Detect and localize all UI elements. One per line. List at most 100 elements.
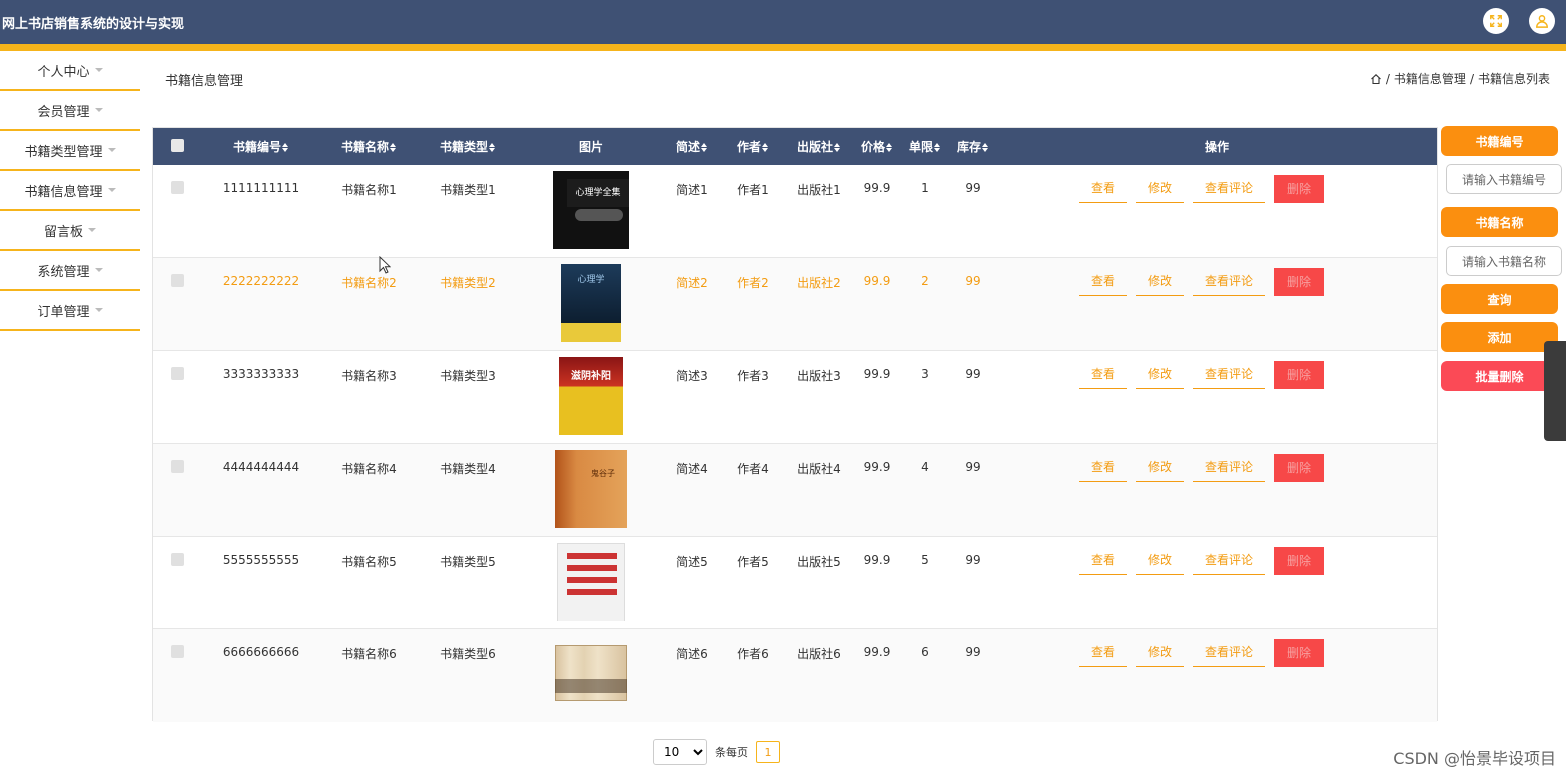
cell-id: 5555555555 bbox=[222, 552, 300, 567]
table-row[interactable]: 2222222222 书籍名称2 书籍类型2 心理学 简述2 作者2 出版社2 99.9 2 99… bbox=[153, 257, 1437, 351]
col-header-type[interactable]: 书籍类型 bbox=[417, 128, 519, 165]
batch-delete-button[interactable]: 批量删除 bbox=[1441, 361, 1558, 391]
row-checkbox[interactable] bbox=[170, 274, 184, 288]
add-button[interactable]: 添加 bbox=[1441, 322, 1558, 352]
sidebar-item-members[interactable]: 会员管理 bbox=[0, 91, 140, 131]
book-name-label: 书籍名称 bbox=[1441, 207, 1558, 237]
cell-name: 书籍名称6 bbox=[341, 647, 397, 662]
cell-price: 99.9 bbox=[863, 274, 891, 289]
cell-author: 作者2 bbox=[737, 276, 769, 291]
delete-button[interactable]: 删除 bbox=[1274, 453, 1325, 482]
view-comments-button[interactable]: 查看评论 bbox=[1193, 175, 1266, 203]
view-comments-button[interactable]: 查看评论 bbox=[1193, 454, 1266, 482]
view-button[interactable]: 查看 bbox=[1079, 454, 1128, 482]
mouse-cursor-icon bbox=[379, 256, 391, 274]
view-button[interactable]: 查看 bbox=[1079, 268, 1128, 297]
view-button[interactable]: 查看 bbox=[1079, 175, 1128, 203]
col-header-actions: 操作 bbox=[1204, 140, 1229, 154]
chevron-down-icon bbox=[107, 188, 116, 192]
side-drawer-handle[interactable] bbox=[1544, 341, 1566, 441]
sort-icon bbox=[762, 143, 769, 152]
cell-stock: 99 bbox=[965, 274, 981, 289]
breadcrumb-item: 书籍信息列表 bbox=[1477, 72, 1550, 86]
sidebar-item-book-info[interactable]: 书籍信息管理 bbox=[0, 171, 140, 211]
sort-icon bbox=[834, 143, 841, 152]
breadcrumb: / 书籍信息管理 / 书籍信息列表 bbox=[1370, 70, 1550, 87]
edit-button[interactable]: 修改 bbox=[1136, 547, 1185, 575]
table-row[interactable]: 4444444444 书籍名称4 书籍类型4 鬼谷子 简述4 作者4 出版社4 99.9 4 99… bbox=[153, 443, 1437, 537]
col-header-author[interactable]: 作者 bbox=[721, 128, 785, 165]
row-checkbox[interactable] bbox=[170, 552, 184, 566]
edit-button[interactable]: 修改 bbox=[1136, 361, 1185, 390]
col-header-price[interactable]: 价格 bbox=[853, 128, 901, 165]
sidebar-item-book-types[interactable]: 书籍类型管理 bbox=[0, 131, 140, 171]
query-button[interactable]: 查询 bbox=[1441, 284, 1558, 314]
sidebar-item-profile[interactable]: 个人中心 bbox=[0, 51, 140, 91]
book-id-input[interactable]: 请输入书籍编号 bbox=[1446, 164, 1562, 194]
col-header-image: 图片 bbox=[578, 140, 603, 154]
cell-limit: 1 bbox=[921, 181, 929, 195]
cell-desc: 简述3 bbox=[676, 369, 708, 384]
cell-stock: 99 bbox=[965, 367, 981, 382]
delete-button[interactable]: 删除 bbox=[1274, 546, 1325, 575]
col-header-desc[interactable]: 简述 bbox=[663, 128, 721, 165]
sidebar: 个人中心 会员管理 书籍类型管理 书籍信息管理 留言板 系统管理 订单管理 bbox=[0, 51, 140, 331]
breadcrumb-item[interactable]: 书籍信息管理 bbox=[1394, 70, 1466, 87]
col-header-id[interactable]: 书籍编号 bbox=[201, 128, 321, 165]
col-header-limit[interactable]: 单限 bbox=[901, 128, 949, 165]
delete-button[interactable]: 删除 bbox=[1274, 639, 1325, 668]
sidebar-item-orders[interactable]: 订单管理 bbox=[0, 291, 140, 331]
book-cover-image: 心理学全集 bbox=[553, 171, 629, 249]
row-checkbox[interactable] bbox=[170, 459, 184, 473]
col-header-publisher[interactable]: 出版社 bbox=[785, 128, 853, 165]
view-comments-button[interactable]: 查看评论 bbox=[1193, 547, 1266, 575]
per-page-label: 条每页 bbox=[715, 746, 748, 759]
table-row[interactable]: 6666666666 书籍名称6 书籍类型6 简述6 作者6 出版社6 99.9 6 99 查看修… bbox=[153, 628, 1437, 722]
page-size-select[interactable]: 10 bbox=[653, 739, 707, 765]
cell-limit: 2 bbox=[921, 274, 929, 289]
cell-publisher: 出版社1 bbox=[797, 183, 841, 197]
row-checkbox[interactable] bbox=[170, 367, 184, 381]
edit-button[interactable]: 修改 bbox=[1136, 268, 1185, 297]
table-row[interactable]: 3333333333 书籍名称3 书籍类型3 滋阴补阳 简述3 作者3 出版社3 99.9 3 9… bbox=[153, 350, 1437, 444]
col-header-stock[interactable]: 库存 bbox=[949, 128, 997, 165]
delete-button[interactable]: 删除 bbox=[1274, 268, 1325, 297]
view-comments-button[interactable]: 查看评论 bbox=[1193, 268, 1266, 297]
view-button[interactable]: 查看 bbox=[1079, 361, 1128, 390]
user-icon[interactable] bbox=[1529, 8, 1555, 34]
book-cover-title: 心理学全集 bbox=[567, 179, 629, 207]
view-button[interactable]: 查看 bbox=[1079, 547, 1128, 575]
breadcrumb-sep: / bbox=[1469, 71, 1474, 86]
delete-button[interactable]: 删除 bbox=[1274, 175, 1325, 203]
cell-type: 书籍类型6 bbox=[440, 647, 496, 662]
fullscreen-icon[interactable] bbox=[1483, 8, 1509, 34]
sort-icon bbox=[282, 143, 289, 152]
table-row[interactable]: 1111111111 书籍名称1 书籍类型1 心理学全集 简述1 作者1 出版社1 99.9 1… bbox=[153, 165, 1437, 258]
watermark: CSDN @怡景毕设项目 bbox=[1393, 749, 1556, 768]
delete-button[interactable]: 删除 bbox=[1274, 361, 1325, 390]
row-checkbox[interactable] bbox=[170, 645, 184, 659]
edit-button[interactable]: 修改 bbox=[1136, 639, 1185, 668]
view-comments-button[interactable]: 查看评论 bbox=[1193, 639, 1266, 668]
edit-button[interactable]: 修改 bbox=[1136, 454, 1185, 482]
cell-limit: 3 bbox=[921, 367, 929, 382]
col-header-name[interactable]: 书籍名称 bbox=[321, 128, 417, 165]
home-icon[interactable] bbox=[1370, 73, 1382, 85]
view-comments-button[interactable]: 查看评论 bbox=[1193, 361, 1266, 390]
row-checkbox[interactable] bbox=[170, 181, 184, 194]
select-all-checkbox[interactable] bbox=[170, 138, 184, 152]
book-cover-image: 鬼谷子 bbox=[553, 449, 629, 528]
cell-id: 4444444444 bbox=[222, 459, 300, 474]
sort-icon bbox=[701, 143, 708, 152]
table-row[interactable]: 5555555555 书籍名称5 书籍类型5 简述5 作者5 出版社5 99.9 5 99 查看修… bbox=[153, 536, 1437, 629]
page-number-current[interactable]: 1 bbox=[756, 741, 780, 763]
edit-button[interactable]: 修改 bbox=[1136, 175, 1185, 203]
cell-author: 作者5 bbox=[737, 554, 769, 569]
view-button[interactable]: 查看 bbox=[1079, 639, 1128, 668]
book-name-input[interactable]: 请输入书籍名称 bbox=[1446, 246, 1562, 276]
sidebar-item-system[interactable]: 系统管理 bbox=[0, 251, 140, 291]
chevron-down-icon bbox=[88, 228, 96, 232]
top-bar: 网上书店销售系统的设计与实现 bbox=[0, 0, 1566, 51]
cell-price: 99.9 bbox=[863, 552, 891, 567]
sidebar-item-messages[interactable]: 留言板 bbox=[0, 211, 140, 251]
